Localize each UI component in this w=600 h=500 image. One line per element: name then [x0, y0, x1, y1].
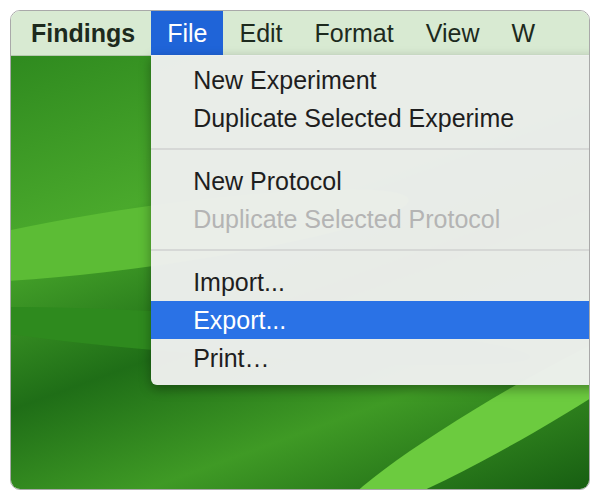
menu-title[interactable]: View	[410, 11, 496, 55]
menu-bar: Findings File New ExperimentDuplicate Se…	[11, 11, 589, 56]
menu-title[interactable]: W	[495, 11, 551, 55]
menu-title[interactable]: File	[151, 11, 223, 55]
menu-item[interactable]: New Experiment	[151, 61, 590, 99]
menu-item[interactable]: Duplicate Selected Experime	[151, 99, 590, 137]
menu-item[interactable]: Export...	[151, 301, 590, 339]
screen: Findings File New ExperimentDuplicate Se…	[10, 10, 590, 490]
menu-title[interactable]: Edit	[223, 11, 298, 55]
app-menu[interactable]: Findings	[31, 11, 151, 55]
menu-item[interactable]: Import...	[151, 263, 590, 301]
menu-title[interactable]: Format	[299, 11, 410, 55]
dropdown-menu: New ExperimentDuplicate Selected Experim…	[151, 55, 590, 385]
menu-item: Duplicate Selected Protocol	[151, 200, 590, 238]
menu-separator	[151, 148, 590, 150]
menu-item[interactable]: New Protocol	[151, 162, 590, 200]
menu-item[interactable]: Print…	[151, 339, 590, 377]
menu-separator	[151, 249, 590, 251]
